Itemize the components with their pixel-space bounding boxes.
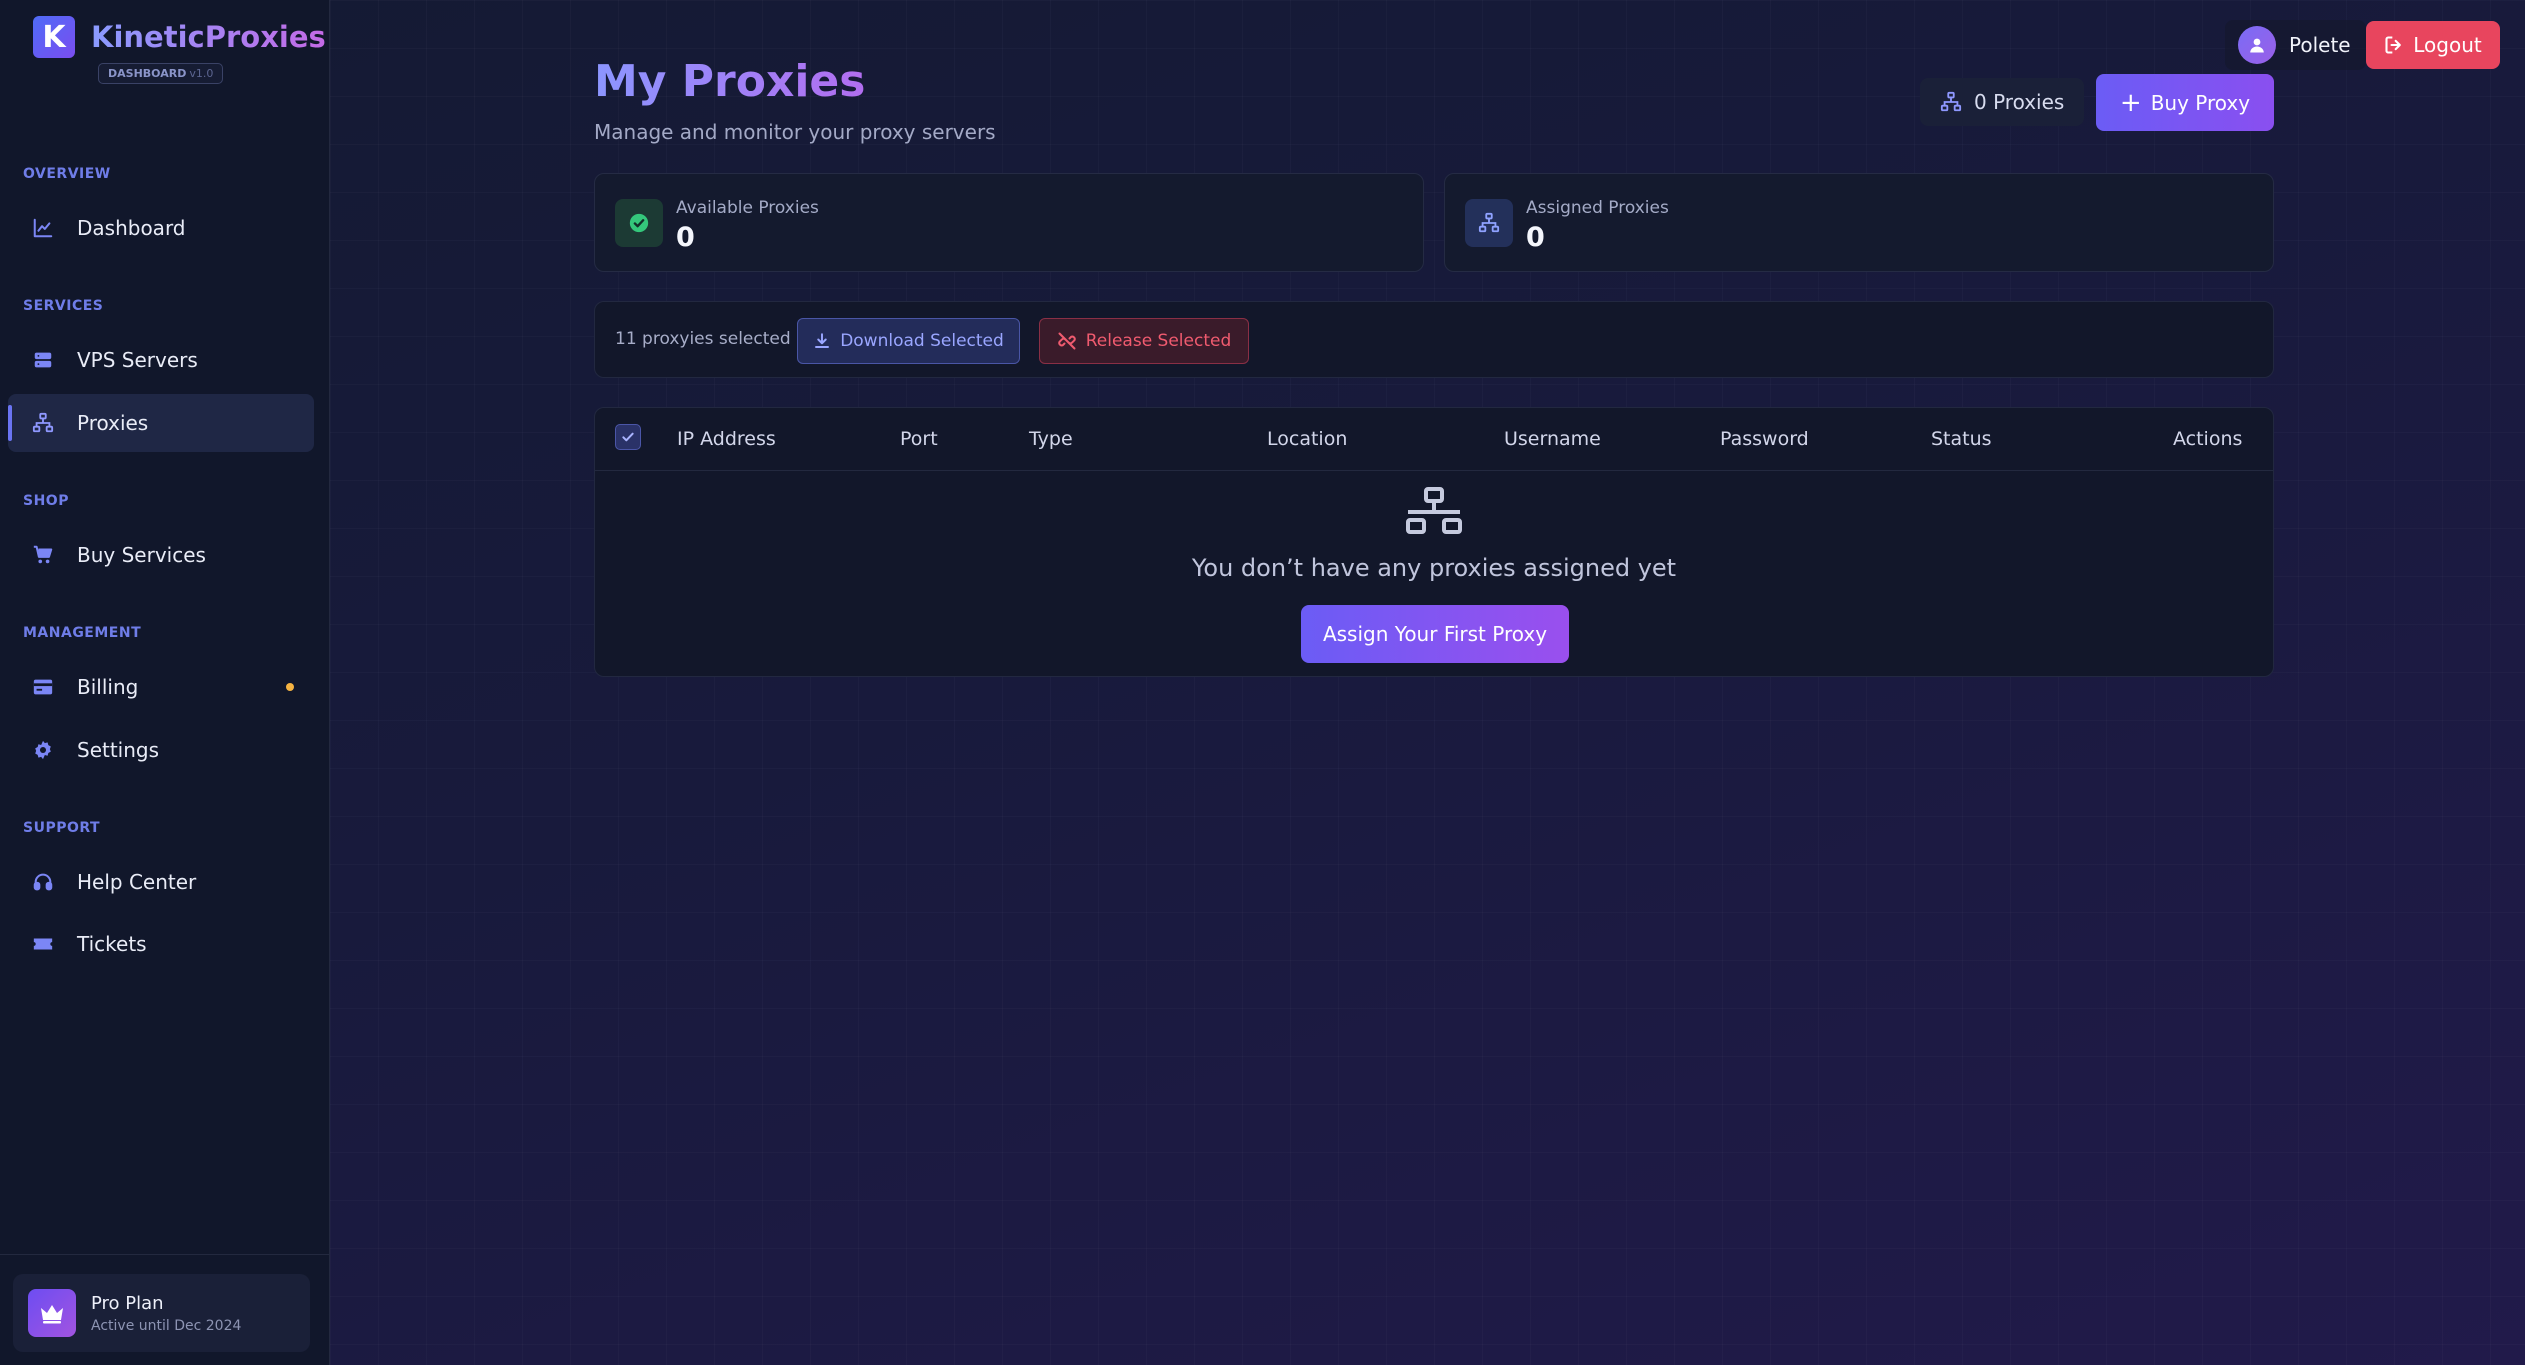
column-actions: Actions	[2173, 428, 2243, 450]
crown-icon	[28, 1289, 76, 1337]
column-password[interactable]: Password	[1720, 428, 1809, 450]
section-overview: OVERVIEW	[23, 166, 111, 182]
badge-label: DASHBOARD	[108, 67, 187, 80]
brand-badge: DASHBOARD v1.0	[98, 63, 224, 84]
proxy-count-label: 0 Proxies	[1974, 90, 2065, 114]
section-services: SERVICES	[23, 298, 104, 314]
column-username[interactable]: Username	[1504, 428, 1601, 450]
brand[interactable]: K KineticProxies	[33, 16, 326, 58]
stat-available-proxies: Available Proxies 0	[594, 173, 1424, 272]
sidebar: K KineticProxies DASHBOARD v1.0 OVERVIEW …	[0, 0, 330, 1365]
page-title: My Proxies	[594, 56, 866, 107]
plus-icon: +	[2119, 87, 2142, 118]
column-location[interactable]: Location	[1267, 428, 1347, 450]
stat-value: 0	[676, 222, 695, 253]
logout-button[interactable]: Logout	[2366, 21, 2500, 69]
sidebar-divider	[0, 1254, 329, 1255]
sidebar-item-label: Tickets	[77, 932, 147, 956]
stat-assigned-proxies: Assigned Proxies 0	[1444, 173, 2274, 272]
check-icon	[622, 432, 634, 442]
user-name: Polete	[2289, 33, 2351, 57]
selected-count: 11 proxyies selected	[615, 329, 791, 349]
network-icon	[1940, 91, 1962, 112]
download-selected-label: Download Selected	[840, 331, 1004, 351]
sidebar-item-label: Proxies	[77, 411, 149, 435]
logout-icon	[2385, 36, 2402, 54]
server-icon	[31, 348, 55, 372]
sidebar-item-tickets[interactable]: Tickets	[8, 915, 314, 973]
proxies-table: IP Address Port Type Location Username P…	[594, 407, 2274, 677]
download-icon	[815, 333, 830, 348]
brand-logo: K	[33, 16, 75, 58]
column-status[interactable]: Status	[1931, 428, 1992, 450]
column-type[interactable]: Type	[1029, 428, 1073, 450]
download-selected-button[interactable]: Download Selected	[797, 318, 1020, 364]
column-port[interactable]: Port	[900, 428, 938, 450]
brand-name: KineticProxies	[91, 20, 326, 54]
stat-value: 0	[1526, 222, 1545, 253]
sidebar-item-label: Help Center	[77, 870, 197, 894]
column-ip-address[interactable]: IP Address	[677, 428, 776, 450]
empty-state-message: You don’t have any proxies assigned yet	[1191, 554, 1677, 582]
network-icon	[1465, 199, 1513, 247]
proxy-count-badge: 0 Proxies	[1920, 78, 2085, 126]
release-selected-label: Release Selected	[1085, 331, 1232, 351]
gear-icon	[31, 738, 55, 762]
plan-subtitle: Active until Dec 2024	[91, 1317, 242, 1334]
sidebar-item-dashboard[interactable]: Dashboard	[8, 199, 314, 257]
table-header: IP Address Port Type Location Username P…	[595, 408, 2273, 471]
sidebar-item-buy-services[interactable]: Buy Services	[8, 526, 314, 584]
buy-proxy-button[interactable]: + Buy Proxy	[2096, 74, 2274, 131]
sidebar-item-label: Dashboard	[77, 216, 186, 240]
headset-icon	[31, 870, 55, 894]
section-shop: SHOP	[23, 493, 69, 509]
cart-icon	[31, 543, 55, 567]
ticket-icon	[31, 932, 55, 956]
sidebar-item-label: VPS Servers	[77, 348, 198, 372]
bulk-actions-bar: 11 proxyies selected Download Selected R…	[594, 301, 2274, 378]
assign-first-proxy-button[interactable]: Assign Your First Proxy	[1301, 605, 1569, 663]
stat-label: Available Proxies	[676, 198, 819, 218]
buy-proxy-label: Buy Proxy	[2150, 90, 2251, 115]
section-management: MANAGEMENT	[23, 625, 142, 641]
select-all-checkbox[interactable]	[615, 424, 641, 450]
check-circle-icon	[615, 199, 663, 247]
release-selected-button[interactable]: Release Selected	[1039, 318, 1249, 364]
plan-title: Pro Plan	[91, 1292, 164, 1314]
sidebar-item-billing[interactable]: Billing	[8, 658, 314, 716]
network-icon	[31, 411, 55, 435]
network-icon	[1405, 486, 1463, 540]
stat-label: Assigned Proxies	[1526, 198, 1669, 218]
sidebar-item-label: Settings	[77, 738, 160, 762]
section-support: SUPPORT	[23, 820, 101, 836]
credit-card-icon	[31, 675, 55, 699]
logout-label: Logout	[2413, 33, 2482, 57]
chart-line-icon	[31, 216, 55, 240]
sidebar-item-label: Billing	[77, 675, 139, 699]
plan-card[interactable]: Pro Plan Active until Dec 2024	[13, 1274, 310, 1352]
page-subtitle: Manage and monitor your proxy servers	[594, 120, 996, 144]
unlink-icon	[1058, 332, 1076, 350]
sidebar-item-vps-servers[interactable]: VPS Servers	[8, 331, 314, 389]
version-label: v1.0	[189, 67, 214, 80]
user-menu[interactable]: Polete	[2225, 20, 2366, 70]
plan-info: Pro Plan Active until Dec 2024	[91, 1293, 241, 1334]
sidebar-item-help-center[interactable]: Help Center	[8, 853, 314, 911]
notification-dot	[286, 683, 294, 691]
sidebar-item-label: Buy Services	[77, 543, 206, 567]
sidebar-item-proxies[interactable]: Proxies	[8, 394, 314, 452]
sidebar-item-settings[interactable]: Settings	[8, 721, 314, 779]
avatar-icon	[2238, 26, 2276, 64]
